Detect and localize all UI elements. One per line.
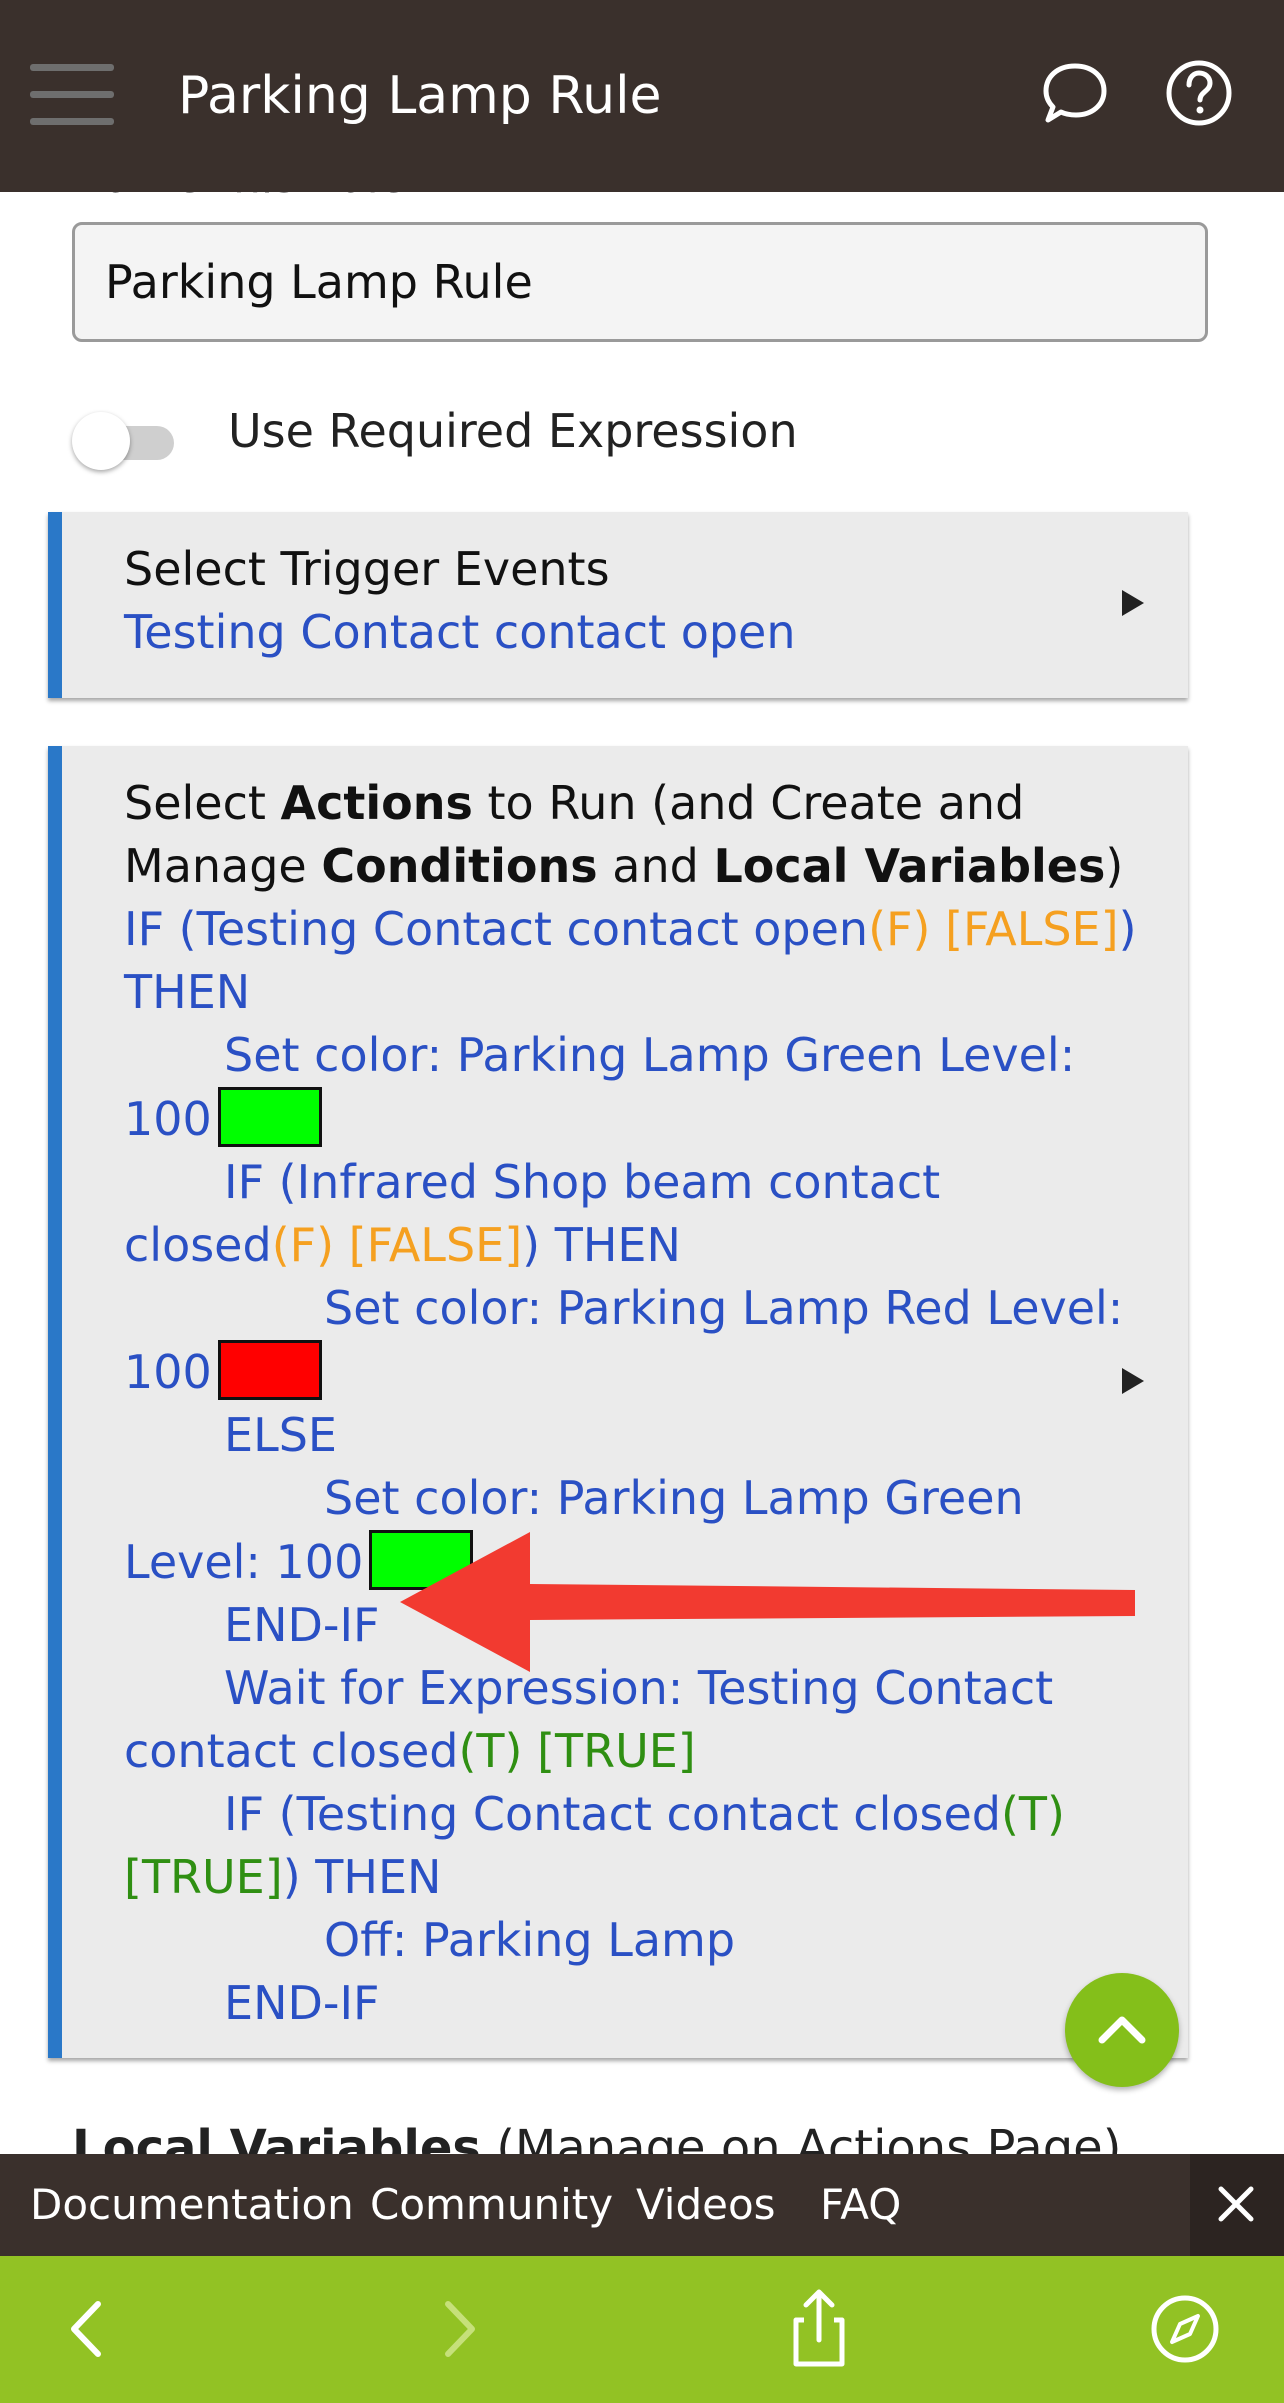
action-line: [TRUE]) THEN bbox=[124, 1850, 442, 1904]
footer-link-bar: Documentation Community Videos FAQ bbox=[0, 2154, 1284, 2256]
page-title: Parking Lamp Rule bbox=[178, 66, 662, 126]
action-line: IF (Testing Contact contact closed(T) bbox=[224, 1787, 1065, 1841]
forward-icon[interactable] bbox=[414, 2284, 504, 2374]
actions-card-title-line2: Manage Conditions and Local Variables) bbox=[124, 839, 1124, 893]
share-icon[interactable] bbox=[774, 2284, 864, 2374]
compass-icon[interactable] bbox=[1140, 2284, 1230, 2374]
expand-arrow-icon bbox=[1122, 1368, 1144, 1394]
action-line: IF (Infrared Shop beam contact bbox=[224, 1155, 941, 1209]
annotation-arrow-icon bbox=[400, 1532, 1135, 1672]
color-swatch-green bbox=[217, 1087, 322, 1147]
trigger-card-value: Testing Contact contact open bbox=[124, 605, 796, 659]
close-button[interactable] bbox=[1190, 2154, 1284, 2256]
action-line: IF (Testing Contact contact open(F) [FAL… bbox=[124, 902, 1137, 956]
rule-form: Name this Rule Parking Lamp Rule Use Req… bbox=[0, 192, 1284, 2154]
rule-name-input[interactable]: Parking Lamp Rule bbox=[72, 222, 1208, 342]
action-line: ELSE bbox=[224, 1408, 337, 1462]
close-icon bbox=[1218, 2186, 1254, 2222]
hamburger-icon[interactable] bbox=[30, 64, 114, 126]
trigger-events-card[interactable]: Select Trigger Events Testing Contact co… bbox=[48, 512, 1188, 698]
action-line: Set color: Parking Lamp Red Level: bbox=[324, 1281, 1124, 1335]
action-line: 100 bbox=[124, 1087, 1124, 1151]
expand-arrow-icon bbox=[1122, 590, 1144, 616]
scroll-top-button[interactable] bbox=[1065, 1973, 1179, 2087]
action-line: Set color: Parking Lamp Green bbox=[324, 1471, 1024, 1525]
actions-card[interactable]: Select Actions to Run (and Create and Ma… bbox=[48, 746, 1188, 2058]
help-icon[interactable] bbox=[1164, 58, 1234, 128]
local-variables-heading: Local Variables (Manage on Actions Page) bbox=[72, 2120, 1122, 2154]
link-documentation[interactable]: Documentation bbox=[30, 2180, 354, 2229]
chat-bubble-icon[interactable] bbox=[1040, 58, 1110, 128]
chevron-up-icon bbox=[1098, 2016, 1146, 2044]
link-videos[interactable]: Videos bbox=[636, 2180, 776, 2229]
action-line: THEN bbox=[124, 965, 251, 1019]
action-line: closed(F) [FALSE]) THEN bbox=[124, 1218, 681, 1272]
action-line: END-IF bbox=[224, 1976, 380, 2030]
app-header: Parking Lamp Rule bbox=[0, 0, 1284, 192]
action-line: contact closed(T) [TRUE] bbox=[124, 1724, 696, 1778]
browser-toolbar bbox=[0, 2256, 1284, 2403]
link-community[interactable]: Community bbox=[370, 2180, 613, 2229]
actions-card-title-line1: Select Actions to Run (and Create and bbox=[124, 776, 1025, 830]
trigger-card-title: Select Trigger Events bbox=[124, 542, 610, 596]
required-expression-label: Use Required Expression bbox=[228, 404, 798, 458]
action-line: 100 bbox=[124, 1340, 1124, 1404]
action-line: Set color: Parking Lamp Green Level: bbox=[224, 1028, 1076, 1082]
action-line: Off: Parking Lamp bbox=[324, 1913, 736, 1967]
rule-name-label: Name this Rule bbox=[72, 192, 406, 203]
back-icon[interactable] bbox=[42, 2284, 132, 2374]
link-faq[interactable]: FAQ bbox=[820, 2180, 901, 2229]
color-swatch-red bbox=[217, 1340, 322, 1400]
required-expression-toggle[interactable] bbox=[72, 408, 182, 470]
